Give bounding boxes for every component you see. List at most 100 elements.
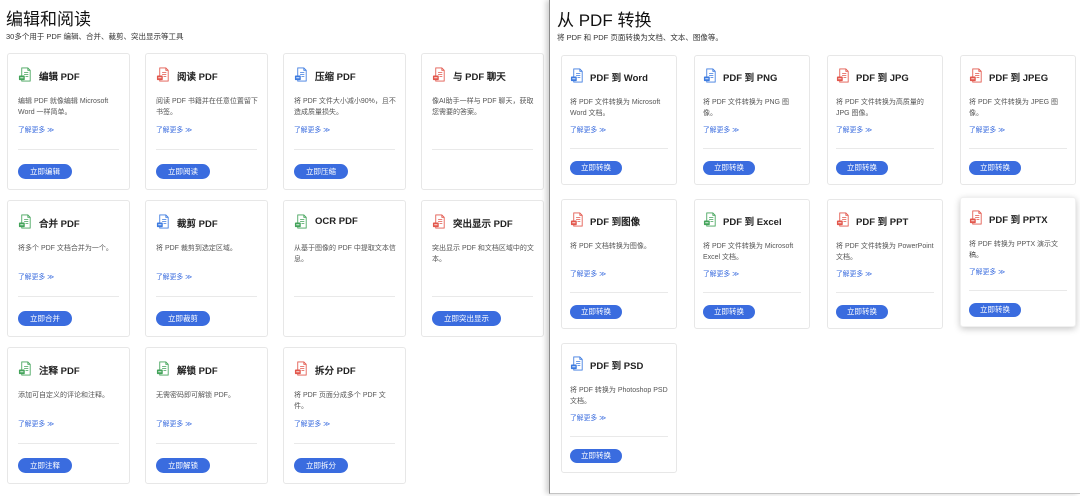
read-pdf-button[interactable]: 立即阅读 [156, 164, 210, 179]
read-pdf-divider [156, 149, 257, 150]
merge-pdf-icon [18, 214, 33, 229]
unlock-pdf-divider [156, 443, 257, 444]
edit-pdf-button[interactable]: 立即编辑 [18, 164, 72, 179]
pdf-to-excel-icon [703, 212, 718, 227]
ocr-pdf-icon [294, 214, 309, 229]
pdf-to-png-button[interactable]: 立即转换 [703, 161, 755, 175]
pdf-to-jpeg-learn-more-link[interactable]: 了解更多 ≫ [969, 124, 1005, 134]
compress-pdf-card[interactable]: 压缩 PDF 将 PDF 文件大小减小90%，且不造成质量损失。 了解更多 ≫ 立即压… [283, 53, 406, 190]
pdf-to-ppt-learn-more-link[interactable]: 了解更多 ≫ [836, 268, 872, 278]
pdf-to-word-card[interactable]: PDF 到 Word 将 PDF 文件转换为 Microsoft Word 文档。… [561, 55, 677, 185]
pdf-to-jpeg-button[interactable]: 立即转换 [969, 161, 1021, 175]
pdf-to-jpeg-icon [969, 68, 984, 83]
pdf-to-ppt-button[interactable]: 立即转换 [836, 305, 888, 319]
split-pdf-card[interactable]: 拆分 PDF 将 PDF 页面分成多个 PDF 文件。 了解更多 ≫ 立即拆分 [283, 347, 406, 484]
edit-pdf-learn-more-link[interactable]: 了解更多 ≫ [18, 124, 54, 134]
annotate-pdf-learn-more-link[interactable]: 了解更多 ≫ [18, 418, 54, 428]
chat-pdf-divider [432, 149, 533, 150]
annotate-pdf-divider [18, 443, 119, 444]
ocr-pdf-title: OCR PDF [315, 216, 358, 227]
pdf-to-image-learn-more-link[interactable]: 了解更多 ≫ [570, 268, 606, 278]
pdf-to-psd-title: PDF 到 PSD [590, 361, 644, 372]
pdf-to-image-title: PDF 到图像 [590, 217, 641, 228]
unlock-pdf-card[interactable]: 解锁 PDF 无需密码即可解锁 PDF。 了解更多 ≫ 立即解锁 [145, 347, 268, 484]
pdf-to-jpg-description: 将 PDF 文件转换为高质量的 JPG 图像。 [836, 99, 924, 117]
pdf-to-excel-divider [703, 292, 801, 293]
pdf-to-psd-card[interactable]: PDF 到 PSD 将 PDF 转换为 Photoshop PSD 文档。了解更多… [561, 343, 677, 473]
split-pdf-title: 拆分 PDF [315, 366, 356, 377]
unlock-pdf-learn-more-link[interactable]: 了解更多 ≫ [156, 418, 192, 428]
pdf-to-psd-description: 将 PDF 转换为 Photoshop PSD 文档。 [570, 387, 668, 405]
pdf-to-excel-title: PDF 到 Excel [723, 217, 782, 228]
chat-pdf-title: 与 PDF 聊天 [453, 72, 506, 83]
pdf-to-word-icon [570, 68, 585, 83]
ocr-pdf-description: 从基于图像的 PDF 中提取文本信息。 [294, 245, 396, 263]
read-pdf-learn-more-link[interactable]: 了解更多 ≫ [156, 124, 192, 134]
pdf-to-psd-learn-more-link[interactable]: 了解更多 ≫ [570, 412, 606, 422]
highlight-pdf-button[interactable]: 立即突出显示 [432, 311, 501, 326]
unlock-pdf-button[interactable]: 立即解锁 [156, 458, 210, 473]
merge-pdf-card[interactable]: 合并 PDF 将多个 PDF 文档合并为一个。 了解更多 ≫ 立即合并 [7, 200, 130, 337]
merge-pdf-learn-more-link[interactable]: 了解更多 ≫ [18, 271, 54, 281]
merge-pdf-divider [18, 296, 119, 297]
highlight-pdf-description: 突出显示 PDF 和文档区域中的文本。 [432, 245, 534, 263]
compress-pdf-divider [294, 149, 395, 150]
read-pdf-title: 阅读 PDF [177, 72, 218, 83]
pdf-to-pptx-divider [969, 290, 1067, 291]
highlight-pdf-card[interactable]: 突出显示 PDF 突出显示 PDF 和文档区域中的文本。 立即突出显示 [421, 200, 544, 337]
pdf-to-image-button[interactable]: 立即转换 [570, 305, 622, 319]
pdf-to-word-button[interactable]: 立即转换 [570, 161, 622, 175]
pdf-to-jpeg-divider [969, 148, 1067, 149]
pdf-to-word-learn-more-link[interactable]: 了解更多 ≫ [570, 124, 606, 134]
compress-pdf-button[interactable]: 立即压缩 [294, 164, 348, 179]
chat-pdf-card[interactable]: 与 PDF 聊天 像AI助手一样与 PDF 聊天，获取您需要的答案。 [421, 53, 544, 190]
ocr-pdf-card[interactable]: OCR PDF 从基于图像的 PDF 中提取文本信息。 [283, 200, 406, 337]
edit-pdf-card[interactable]: 编辑 PDF 编辑 PDF 就像编辑 Microsoft Word 一样简单。 了解… [7, 53, 130, 190]
pdf-to-png-description: 将 PDF 文件转换为 PNG 图像。 [703, 99, 789, 117]
crop-pdf-button[interactable]: 立即裁剪 [156, 311, 210, 326]
pdf-to-psd-button[interactable]: 立即转换 [570, 449, 622, 463]
pdf-to-image-icon [570, 212, 585, 227]
pdf-to-image-divider [570, 292, 668, 293]
edit-read-tools-grid: 编辑 PDF 编辑 PDF 就像编辑 Microsoft Word 一样简单。 了解… [7, 53, 544, 484]
annotate-pdf-button[interactable]: 立即注释 [18, 458, 72, 473]
crop-pdf-card[interactable]: 裁剪 PDF 将 PDF 裁剪到选定区域。 了解更多 ≫ 立即裁剪 [145, 200, 268, 337]
pdf-to-jpg-learn-more-link[interactable]: 了解更多 ≫ [836, 124, 872, 134]
pdf-to-jpg-card[interactable]: PDF 到 JPG 将 PDF 文件转换为高质量的 JPG 图像。 了解更多 ≫ 立即… [827, 55, 943, 185]
annotate-pdf-title: 注释 PDF [39, 366, 80, 377]
pdf-to-pptx-button[interactable]: 立即转换 [969, 303, 1021, 317]
pdf-to-excel-description: 将 PDF 文件转换为 Microsoft Excel 文档。 [703, 243, 794, 261]
merge-pdf-title: 合并 PDF [39, 219, 80, 230]
split-pdf-icon [294, 361, 309, 376]
read-pdf-icon [156, 67, 171, 82]
split-pdf-button[interactable]: 立即拆分 [294, 458, 348, 473]
pdf-to-word-divider [570, 148, 668, 149]
edit-pdf-icon [18, 67, 33, 82]
pdf-to-pptx-learn-more-link[interactable]: 了解更多 ≫ [969, 266, 1005, 276]
pdf-to-png-title: PDF 到 PNG [723, 73, 778, 84]
highlight-pdf-icon [432, 214, 447, 229]
pdf-to-ppt-card[interactable]: PDF 到 PPT 将 PDF 文件转换为 PowerPoint 文档。 了解更多 … [827, 199, 943, 329]
pdf-to-pptx-card[interactable]: PDF 到 PPTX 将 PDF 转换为 PPTX 演示文稿。 了解更多 ≫ 立即转换 [960, 197, 1076, 327]
edit-pdf-divider [18, 149, 119, 150]
pdf-to-image-card[interactable]: PDF 到图像将 PDF 文档转换为图像。 了解更多 ≫ 立即转换 [561, 199, 677, 329]
pdf-to-jpg-button[interactable]: 立即转换 [836, 161, 888, 175]
pdf-to-png-card[interactable]: PDF 到 PNG 将 PDF 文件转换为 PNG 图像。了解更多 ≫ 立即转换 [694, 55, 810, 185]
annotate-pdf-card[interactable]: 注释 PDF 添加可自定义的评论和注释。 了解更多 ≫ 立即注释 [7, 347, 130, 484]
compress-pdf-learn-more-link[interactable]: 了解更多 ≫ [294, 124, 330, 134]
crop-pdf-title: 裁剪 PDF [177, 219, 218, 230]
split-pdf-learn-more-link[interactable]: 了解更多 ≫ [294, 418, 330, 428]
merge-pdf-button[interactable]: 立即合并 [18, 311, 72, 326]
pdf-to-excel-card[interactable]: PDF 到 Excel 将 PDF 文件转换为 Microsoft Excel 文… [694, 199, 810, 329]
pdf-to-jpeg-card[interactable]: PDF 到 JPEG 将 PDF 文件转换为 JPEG 图像。 了解更多 ≫ 立即转换 [960, 55, 1076, 185]
read-pdf-card[interactable]: 阅读 PDF 阅读 PDF 书籍并在任意位置留下书签。 了解更多 ≫ 立即阅读 [145, 53, 268, 190]
pdf-to-excel-learn-more-link[interactable]: 了解更多 ≫ [703, 268, 739, 278]
pdf-to-psd-icon [570, 356, 585, 371]
pdf-to-excel-button[interactable]: 立即转换 [703, 305, 755, 319]
pdf-to-png-learn-more-link[interactable]: 了解更多 ≫ [703, 124, 739, 134]
highlight-pdf-divider [432, 296, 533, 297]
crop-pdf-learn-more-link[interactable]: 了解更多 ≫ [156, 271, 192, 281]
edit-read-title: 编辑和阅读 [6, 10, 91, 29]
pdf-to-png-icon [703, 68, 718, 83]
edit-pdf-description: 编辑 PDF 就像编辑 Microsoft Word 一样简单。 [18, 98, 109, 116]
